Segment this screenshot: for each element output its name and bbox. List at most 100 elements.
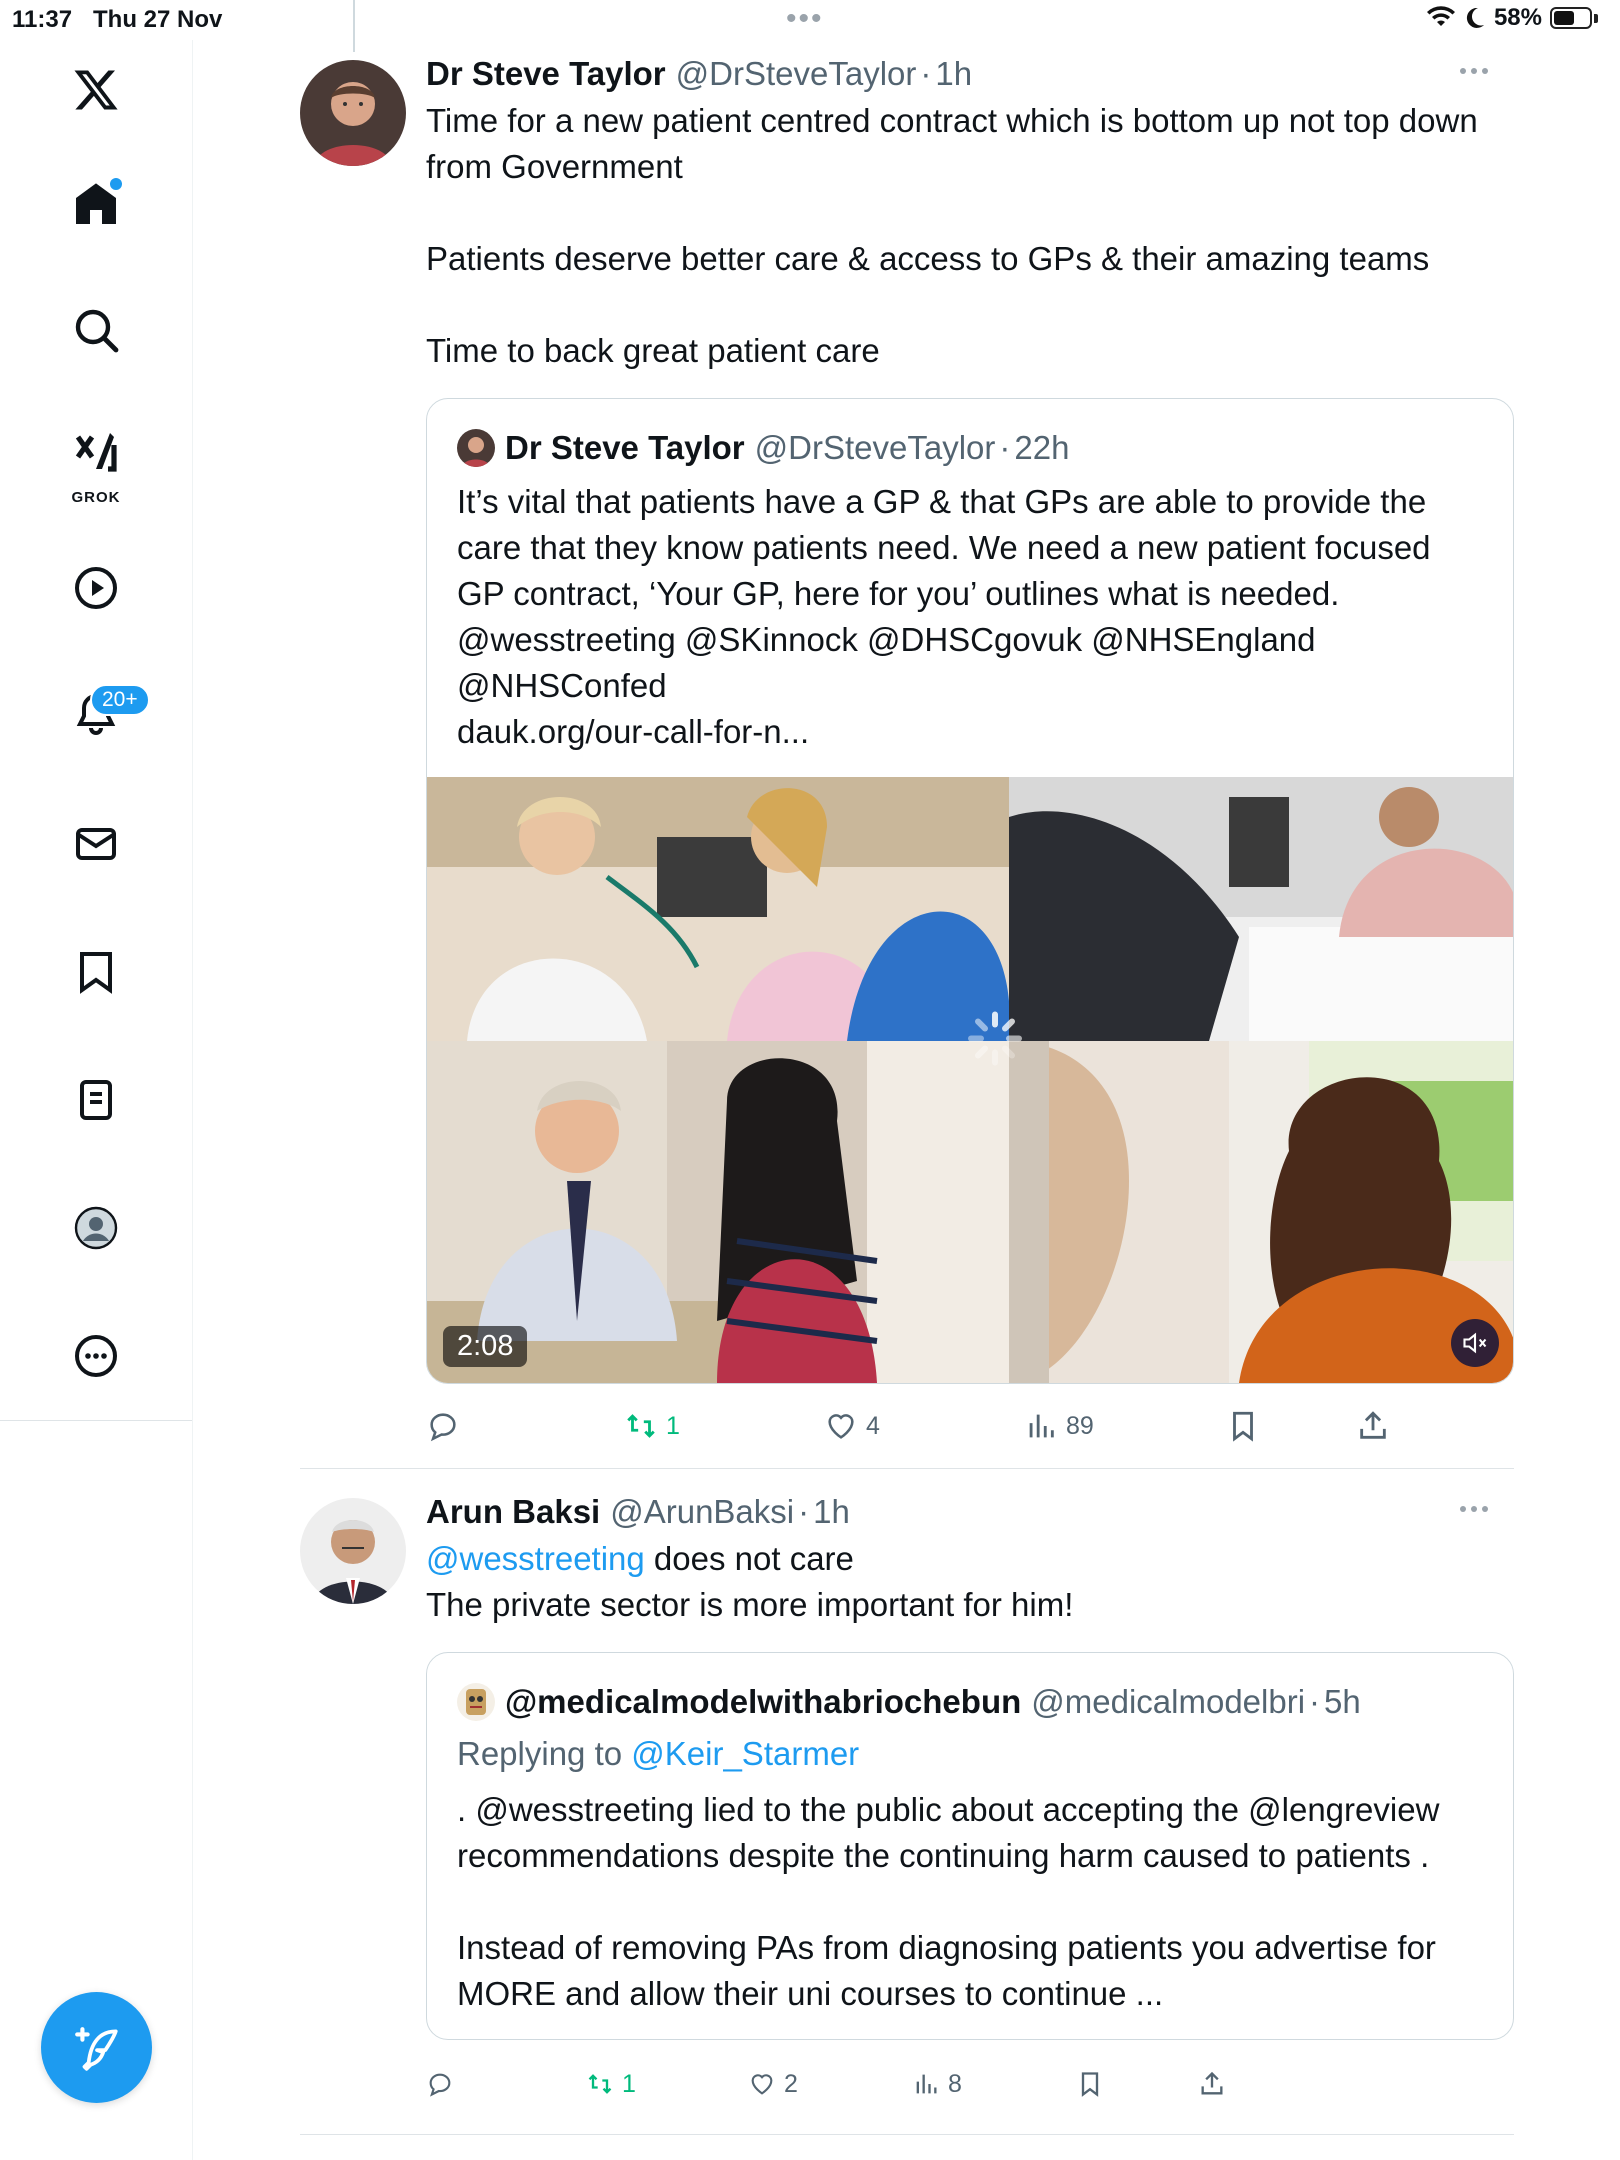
tweet-divider [300, 1468, 1514, 1469]
heart-icon [828, 1414, 854, 1439]
video-frame-image [427, 777, 1009, 1041]
sidebar-item-home[interactable] [56, 164, 136, 244]
reply-icon [429, 2073, 451, 2097]
compose-button[interactable] [41, 1992, 152, 2103]
sidebar-item-messages[interactable] [56, 804, 136, 884]
compose-icon [74, 2026, 118, 2071]
grok-label: GROK [71, 489, 121, 506]
video-frame-image [1009, 777, 1513, 1041]
like-count: 2 [784, 2069, 798, 2098]
sidebar-item-grok[interactable]: GROK [56, 418, 136, 508]
sidebar-item-bookmarks[interactable] [56, 932, 136, 1012]
bookmark-button[interactable] [1076, 2070, 1198, 2098]
thread-line [353, 0, 355, 52]
sidebar-item-lists[interactable] [56, 1060, 136, 1140]
tweet-header: Arun Baksi @ArunBaksi · 1h [426, 1490, 1514, 1534]
author-handle[interactable]: @ArunBaksi [610, 1490, 794, 1534]
retweet-icon [627, 1414, 655, 1438]
more-circle-icon [75, 1335, 117, 1377]
retweet-button[interactable]: 1 [624, 1409, 824, 1443]
video-frame-image [1009, 1041, 1513, 1383]
sidebar-item-more[interactable] [56, 1316, 136, 1396]
sidebar-item-notifications[interactable]: 20+ [56, 674, 150, 754]
avatar [457, 429, 495, 467]
tweet-actions: 1 4 89 [426, 1396, 1514, 1456]
author-name[interactable]: Dr Steve Taylor [426, 52, 666, 96]
author-handle[interactable]: @DrSteveTaylor [676, 52, 917, 96]
view-count: 89 [1066, 1411, 1094, 1440]
tweet-time[interactable]: 1h [935, 52, 972, 96]
loading-spinner-icon [967, 1011, 1023, 1072]
separator-dot: · [920, 55, 932, 92]
battery-percent: 58% [1493, 4, 1542, 31]
bookmark-icon [1233, 1411, 1253, 1442]
quote-author-handle: @medicalmodelbri [1031, 1683, 1306, 1720]
replying-to-link[interactable]: @Keir_Starmer [631, 1735, 859, 1772]
view-count: 8 [948, 2069, 962, 2098]
sidebar: GROK 20+ [0, 40, 193, 2160]
separator-dot: · [798, 1493, 810, 1530]
quote-text: It’s vital that patients have a GP & tha… [457, 483, 1431, 750]
views-button[interactable]: 8 [912, 2070, 1076, 2099]
mail-icon [76, 828, 116, 860]
share-icon [1201, 2071, 1223, 2095]
quote-author-name: @medicalmodelwithabriochebun [505, 1683, 1022, 1720]
video-player[interactable]: 2:08 [427, 777, 1513, 1383]
replying-to: Replying to @Keir_Starmer [457, 1731, 1483, 1777]
tweet-text: Time for a new patient centred contract … [426, 102, 1478, 369]
separator-dot: · [999, 429, 1011, 466]
battery-level [1554, 11, 1574, 25]
tweet-header: Dr Steve Taylor @DrSteveTaylor · 1h [426, 52, 1514, 96]
quoted-tweet[interactable]: @medicalmodelwithabriochebun @medicalmod… [426, 1652, 1514, 2040]
sidebar-item-profile[interactable] [56, 1188, 136, 1268]
status-bar: 11:37 Thu 27 Nov ••• 58% [0, 0, 1620, 40]
retweet-button[interactable]: 1 [586, 2070, 748, 2099]
status-time: 11:37 [12, 6, 73, 33]
quote-text: . @wesstreeting lied to the public about… [457, 1791, 1440, 2012]
sidebar-item-video[interactable] [56, 548, 136, 628]
reply-button[interactable] [426, 2070, 586, 2098]
x-logo-icon[interactable] [56, 50, 136, 130]
views-button[interactable]: 89 [1024, 1409, 1226, 1443]
quote-header: @medicalmodelwithabriochebun @medicalmod… [457, 1681, 1483, 1723]
avatar [457, 1683, 495, 1721]
retweet-icon [588, 2074, 612, 2094]
battery-icon [1550, 7, 1592, 29]
share-icon [1360, 1411, 1386, 1439]
like-count: 4 [866, 1411, 880, 1440]
quote-author-handle: @DrSteveTaylor [754, 429, 996, 466]
reply-button[interactable] [426, 1409, 624, 1443]
tweet-time[interactable]: 1h [813, 1490, 850, 1534]
bookmark-icon [80, 952, 112, 994]
retweet-count: 1 [622, 2069, 636, 2098]
bookmark-icon [1081, 2072, 1099, 2097]
quoted-tweet[interactable]: Dr Steve Taylor @DrSteveTaylor · 22h It’… [426, 398, 1514, 1384]
more-options-icon[interactable] [1460, 68, 1488, 74]
views-icon [1029, 1414, 1054, 1438]
retweet-count: 1 [666, 1411, 680, 1440]
avatar[interactable] [300, 1498, 406, 1604]
more-options-icon[interactable] [1460, 1506, 1488, 1512]
sidebar-divider [0, 1420, 192, 1421]
quote-author-name: Dr Steve Taylor [505, 429, 745, 466]
avatar[interactable] [300, 60, 406, 166]
share-button[interactable] [1198, 2070, 1226, 2098]
mention-link[interactable]: @wesstreeting [426, 1540, 645, 1577]
multitasking-dots-icon[interactable]: ••• [786, 2, 824, 36]
tweet-actions: 1 2 8 [426, 2054, 1514, 2114]
like-button[interactable]: 4 [824, 1409, 1024, 1443]
search-icon [75, 309, 119, 353]
replying-prefix: Replying to [457, 1735, 632, 1772]
like-button[interactable]: 2 [748, 2070, 912, 2099]
unread-dot [110, 178, 122, 190]
profile-icon [74, 1206, 118, 1250]
bookmark-button[interactable] [1226, 1409, 1356, 1443]
sidebar-item-explore[interactable] [56, 290, 136, 370]
quote-time: 22h [1014, 429, 1070, 466]
mute-button[interactable] [1451, 1319, 1499, 1367]
share-button[interactable] [1356, 1409, 1390, 1443]
author-name[interactable]: Arun Baksi [426, 1490, 600, 1534]
tweet-text: @wesstreeting does not care The private … [426, 1536, 1514, 1628]
speaker-muted-icon [1463, 1332, 1487, 1354]
grok-icon [75, 433, 117, 472]
